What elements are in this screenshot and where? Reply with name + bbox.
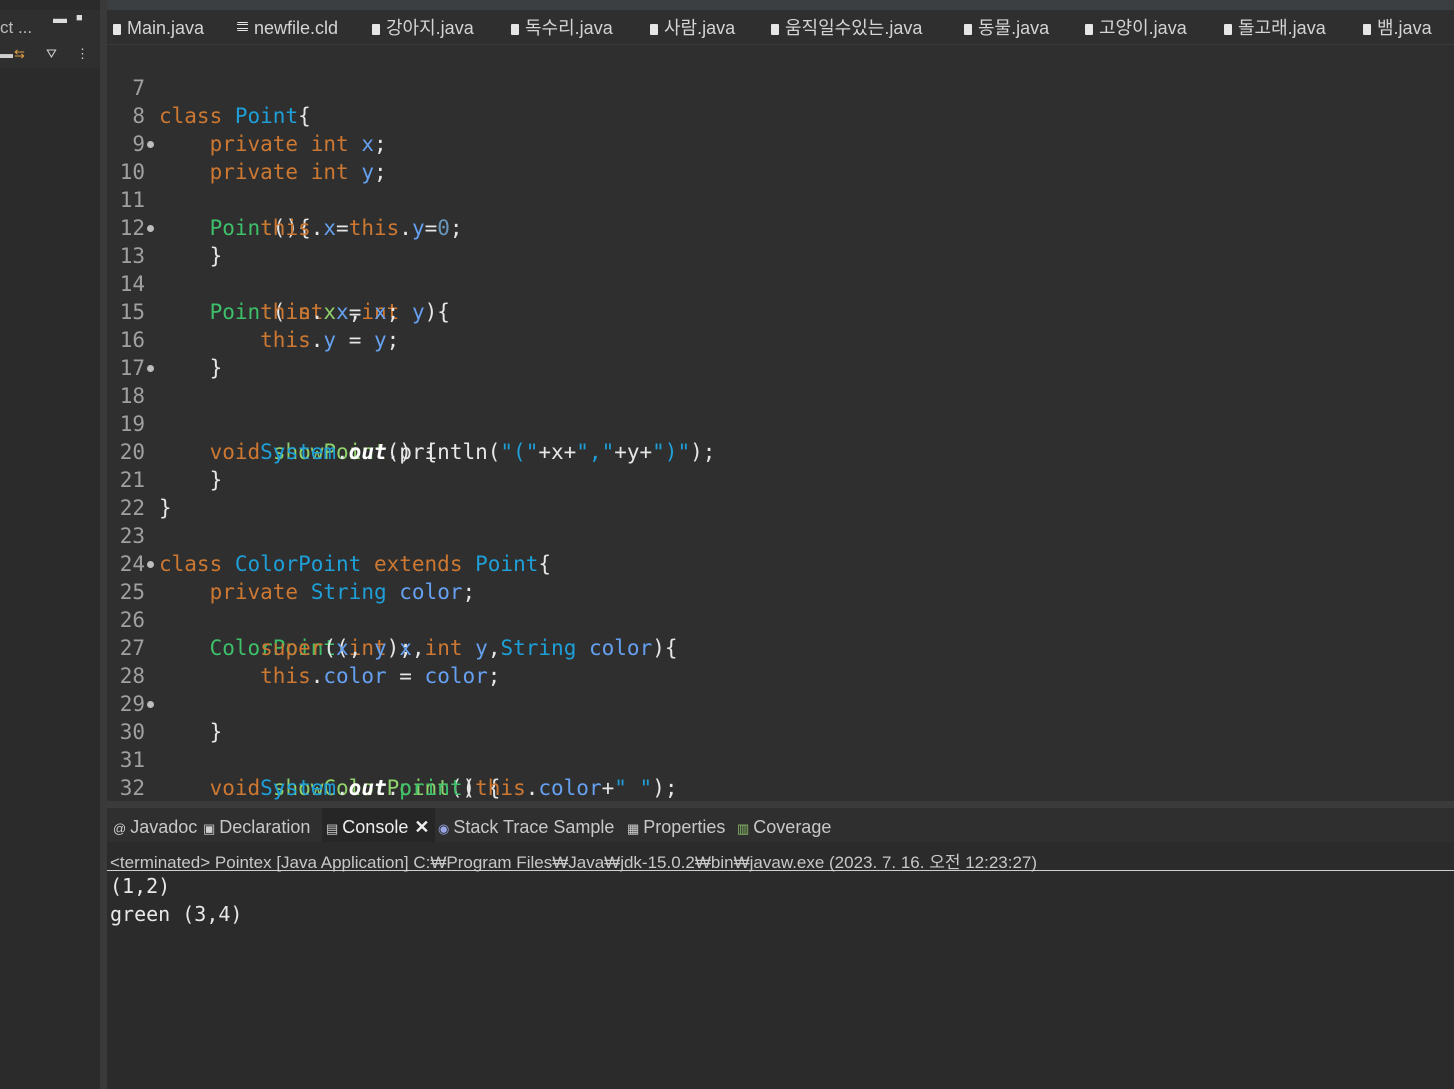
tab-declaration[interactable]: ▣ Declaration <box>203 808 310 842</box>
code-line: 25 ColorPoint(int x,int y,String color){ <box>107 550 678 660</box>
maximize-icon[interactable]: ■ <box>76 12 83 24</box>
tab-label: Coverage <box>753 817 832 837</box>
tab-main-java[interactable]: Main.java <box>113 10 204 44</box>
fold-marker-icon[interactable] <box>147 561 154 568</box>
java-file-icon <box>1085 24 1093 35</box>
code-line: 32 this.showPoint(); <box>107 746 158 800</box>
console-output-line: (1,2) <box>110 874 171 898</box>
tab-label: 고양이.java <box>1099 18 1187 38</box>
code-line: 16 } <box>107 298 223 380</box>
tab-javadoc[interactable]: @ Javadoc <box>113 808 197 842</box>
code-line: 13 Point(int x,int y){ <box>107 214 450 324</box>
console-divider <box>107 870 1454 871</box>
bottom-panel-tabs: @ Javadoc ▣ Declaration ▤ Console ✕ ◉ Stack T… <box>107 808 1454 842</box>
tab-dolphin-java[interactable]: 돌고래.java <box>1224 10 1326 44</box>
editor-tab-bar: Main.java newfile.cld 강아지.java 독수리.java … <box>107 10 1454 45</box>
java-file-icon <box>372 24 380 35</box>
code-line: 28 <box>107 634 158 688</box>
collapse-all-icon[interactable]: ▬ <box>0 46 13 61</box>
code-line: 29 } <box>107 662 223 744</box>
tab-animal-java[interactable]: 동물.java <box>964 10 1049 44</box>
fold-marker-icon[interactable] <box>147 365 154 372</box>
tab-label: Main.java <box>127 18 205 38</box>
panel-splitter[interactable] <box>100 0 107 1089</box>
code-line: 7 class Point{ <box>107 46 310 128</box>
tab-label: 사람.java <box>664 18 736 38</box>
tab-label: 강아지.java <box>386 18 474 38</box>
tab-label: 동물.java <box>978 18 1050 38</box>
code-line: 8 private int x; <box>107 74 386 156</box>
tab-label: 뱀.java <box>1377 18 1432 38</box>
code-line: 27 this.color = color; <box>107 606 501 688</box>
tab-snake-java[interactable]: 뱀.java <box>1363 10 1432 44</box>
code-line: 31 System.out.print(this.color+" "); <box>107 718 678 800</box>
code-line: 18 void showPoint() { <box>107 354 437 464</box>
tab-coverage[interactable]: ▥ Coverage <box>737 808 831 842</box>
fold-marker-icon[interactable] <box>147 225 154 232</box>
left-panel-title: ct ... <box>0 18 33 37</box>
tab-label: newfile.cld <box>254 18 339 38</box>
fold-marker-icon[interactable] <box>147 701 154 708</box>
tab-label: Console <box>342 817 409 837</box>
code-line: 17 <box>107 326 158 380</box>
close-icon[interactable]: ✕ <box>414 817 429 837</box>
code-line: 22 <box>107 466 158 520</box>
code-line: 20 } <box>107 410 223 492</box>
code-line: 12 } <box>107 186 223 268</box>
tab-label: 독수리.java <box>525 18 613 38</box>
fold-marker-icon[interactable] <box>147 141 154 148</box>
minimize-icon[interactable]: ▬ <box>53 10 67 26</box>
tab-movable-java[interactable]: 움직일수있는.java <box>771 10 922 44</box>
java-file-icon <box>511 24 519 35</box>
tab-person-java[interactable]: 사람.java <box>650 10 735 44</box>
code-line: 15 this.y = y; <box>107 270 400 352</box>
code-line: 30 void showColorPoint() { <box>107 690 500 800</box>
project-explorer-panel: ct ... ▬ ■ ▬ ⇆ ⛛ ⋮ <box>0 0 100 1089</box>
console-view[interactable]: <terminated> Pointex [Java Application] … <box>107 842 1454 1089</box>
java-file-icon <box>964 24 972 35</box>
code-line: 24 private String color; <box>107 522 475 604</box>
tab-cat-java[interactable]: 고양이.java <box>1085 10 1187 44</box>
tab-eagle-java[interactable]: 독수리.java <box>511 10 613 44</box>
tab-label: Stack Trace Sample <box>453 817 615 837</box>
code-line: 14 this.x = x; <box>107 242 400 324</box>
code-line: 23 class ColorPoint extends Point{ <box>107 494 551 576</box>
tab-dog-java[interactable]: 강아지.java <box>372 10 474 44</box>
panel-divider[interactable] <box>107 801 1454 808</box>
filter-icon[interactable]: ⛛ <box>46 46 57 62</box>
code-line: 21 } <box>107 438 172 520</box>
tab-label: Properties <box>643 817 726 837</box>
tab-properties[interactable]: ▦ Properties <box>627 808 725 842</box>
tab-label: Declaration <box>219 817 311 837</box>
view-menu-icon[interactable]: ⋮ <box>76 46 89 62</box>
link-editor-icon[interactable]: ⇆ <box>14 46 25 62</box>
java-file-icon <box>113 24 121 35</box>
left-panel-toolbar: ▬ ⇆ ⛛ ⋮ <box>0 44 96 66</box>
code-editor[interactable]: 7 class Point{ 8 private int x; 9 privat… <box>107 45 1454 801</box>
console-output-line: green (3,4) <box>110 902 243 926</box>
java-file-icon <box>650 24 658 35</box>
code-line: 9 private int y; <box>107 102 386 184</box>
tab-console[interactable]: ▤ Console ✕ <box>322 808 436 842</box>
tab-stack-trace-sample[interactable]: ◉ Stack Trace Sample <box>438 808 614 842</box>
code-line: 33 } <box>107 774 158 801</box>
code-line: 11 this.x=this.y=0; <box>107 158 463 240</box>
java-file-icon <box>1224 24 1232 35</box>
tab-newfile-cld[interactable]: newfile.cld <box>237 10 338 44</box>
tab-label: 돌고래.java <box>1238 18 1326 38</box>
java-file-icon <box>771 24 779 35</box>
code-line: 10 Point(){ <box>107 130 311 240</box>
top-toolbar-strip <box>107 0 1454 10</box>
code-line: 19 System.out.println("("+x+","+y+")"); <box>107 382 716 464</box>
code-line: 26 super(x, y); <box>107 578 412 660</box>
java-file-icon <box>1363 24 1371 35</box>
cld-file-icon <box>237 22 248 31</box>
tab-label: 움직일수있는.java <box>785 18 923 38</box>
tab-label: Javadoc <box>130 817 198 837</box>
